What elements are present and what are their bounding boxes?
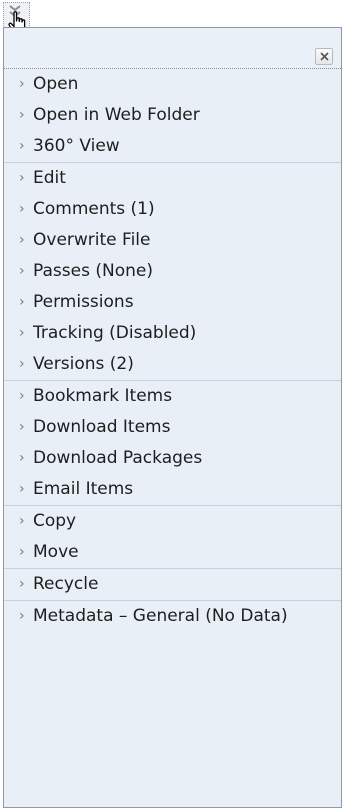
chevron-right-icon: › bbox=[19, 232, 25, 248]
menu-item-recycle[interactable]: › Recycle bbox=[4, 569, 341, 600]
menu-item-label: Passes (None) bbox=[33, 261, 153, 281]
actions-dropdown-menu: › Open › Open in Web Folder › 360° View › Edit ›… bbox=[3, 27, 342, 808]
menu-item-overwrite-file[interactable]: › Overwrite File bbox=[4, 225, 341, 256]
chevron-right-icon: › bbox=[19, 294, 25, 310]
chevron-right-icon: › bbox=[19, 170, 25, 186]
menu-group: › Edit › Comments (1) › Overwrite File › Passes… bbox=[4, 163, 341, 381]
chevron-right-icon: › bbox=[19, 608, 25, 624]
menu-item-passes-none[interactable]: › Passes (None) bbox=[4, 256, 341, 287]
menu-item-bookmark-items[interactable]: › Bookmark Items bbox=[4, 381, 341, 412]
chevron-right-icon: › bbox=[19, 138, 25, 154]
menu-item-label: Edit bbox=[33, 168, 66, 188]
menu-group: › Open › Open in Web Folder › 360° View bbox=[4, 69, 341, 163]
menu-item-edit[interactable]: › Edit bbox=[4, 163, 341, 194]
menu-item-email-items[interactable]: › Email Items bbox=[4, 474, 341, 505]
chevron-right-icon: › bbox=[19, 450, 25, 466]
menu-item-comments-1[interactable]: › Comments (1) bbox=[4, 194, 341, 225]
menu-item-label: Move bbox=[33, 542, 79, 562]
menu-item-label: Copy bbox=[33, 511, 77, 531]
menu-item-download-items[interactable]: › Download Items bbox=[4, 412, 341, 443]
menu-item-label: Download Packages bbox=[33, 448, 203, 468]
chevron-right-icon: › bbox=[19, 388, 25, 404]
chevron-right-icon: › bbox=[19, 263, 25, 279]
menu-item-label: Email Items bbox=[33, 479, 134, 499]
menu-item-label: Recycle bbox=[33, 574, 99, 594]
menu-item-label: Overwrite File bbox=[33, 230, 151, 250]
menu-item-label: Metadata – General (No Data) bbox=[33, 606, 288, 626]
menu-item-metadata-general-no-data[interactable]: › Metadata – General (No Data) bbox=[4, 601, 341, 632]
menu-item-label: Versions (2) bbox=[33, 354, 134, 374]
chevron-right-icon: › bbox=[19, 356, 25, 372]
menu-item-open-in-web-folder[interactable]: › Open in Web Folder bbox=[4, 100, 341, 131]
chevron-right-icon: › bbox=[19, 419, 25, 435]
menu-item-label: Download Items bbox=[33, 417, 171, 437]
x-close-icon bbox=[320, 52, 329, 61]
menu-header bbox=[4, 28, 341, 69]
menu-item-versions-2[interactable]: › Versions (2) bbox=[4, 349, 341, 380]
chevron-right-icon: › bbox=[19, 325, 25, 341]
chevron-right-icon: › bbox=[19, 481, 25, 497]
menu-item-open[interactable]: › Open bbox=[4, 69, 341, 100]
menu-item-label: Tracking (Disabled) bbox=[33, 323, 197, 343]
menu-item-label: Open bbox=[33, 74, 79, 94]
menu-item-tracking-disabled[interactable]: › Tracking (Disabled) bbox=[4, 318, 341, 349]
menu-item-move[interactable]: › Move bbox=[4, 537, 341, 568]
chevron-right-icon: › bbox=[19, 107, 25, 123]
chevron-right-icon: › bbox=[19, 544, 25, 560]
chevron-right-icon: › bbox=[19, 576, 25, 592]
menu-item-download-packages[interactable]: › Download Packages bbox=[4, 443, 341, 474]
menu-item-label: Comments (1) bbox=[33, 199, 155, 219]
menu-item-permissions[interactable]: › Permissions bbox=[4, 287, 341, 318]
chevron-right-icon: › bbox=[19, 76, 25, 92]
menu-group: › Copy › Move bbox=[4, 506, 341, 569]
close-button[interactable] bbox=[315, 48, 333, 65]
menu-item-label: 360° View bbox=[33, 136, 120, 156]
menu-item-label: Permissions bbox=[33, 292, 134, 312]
menu-item-360-view[interactable]: › 360° View bbox=[4, 131, 341, 162]
menu-item-copy[interactable]: › Copy bbox=[4, 506, 341, 537]
menu-item-list: › Open › Open in Web Folder › 360° View › Edit ›… bbox=[4, 69, 341, 632]
menu-group: › Metadata – General (No Data) bbox=[4, 601, 341, 632]
menu-group: › Recycle bbox=[4, 569, 341, 601]
menu-item-label: Open in Web Folder bbox=[33, 105, 200, 125]
menu-item-label: Bookmark Items bbox=[33, 386, 173, 406]
chevron-right-icon: › bbox=[19, 201, 25, 217]
chevron-right-icon: › bbox=[19, 513, 25, 529]
menu-group: › Bookmark Items › Download Items › Download … bbox=[4, 381, 341, 506]
